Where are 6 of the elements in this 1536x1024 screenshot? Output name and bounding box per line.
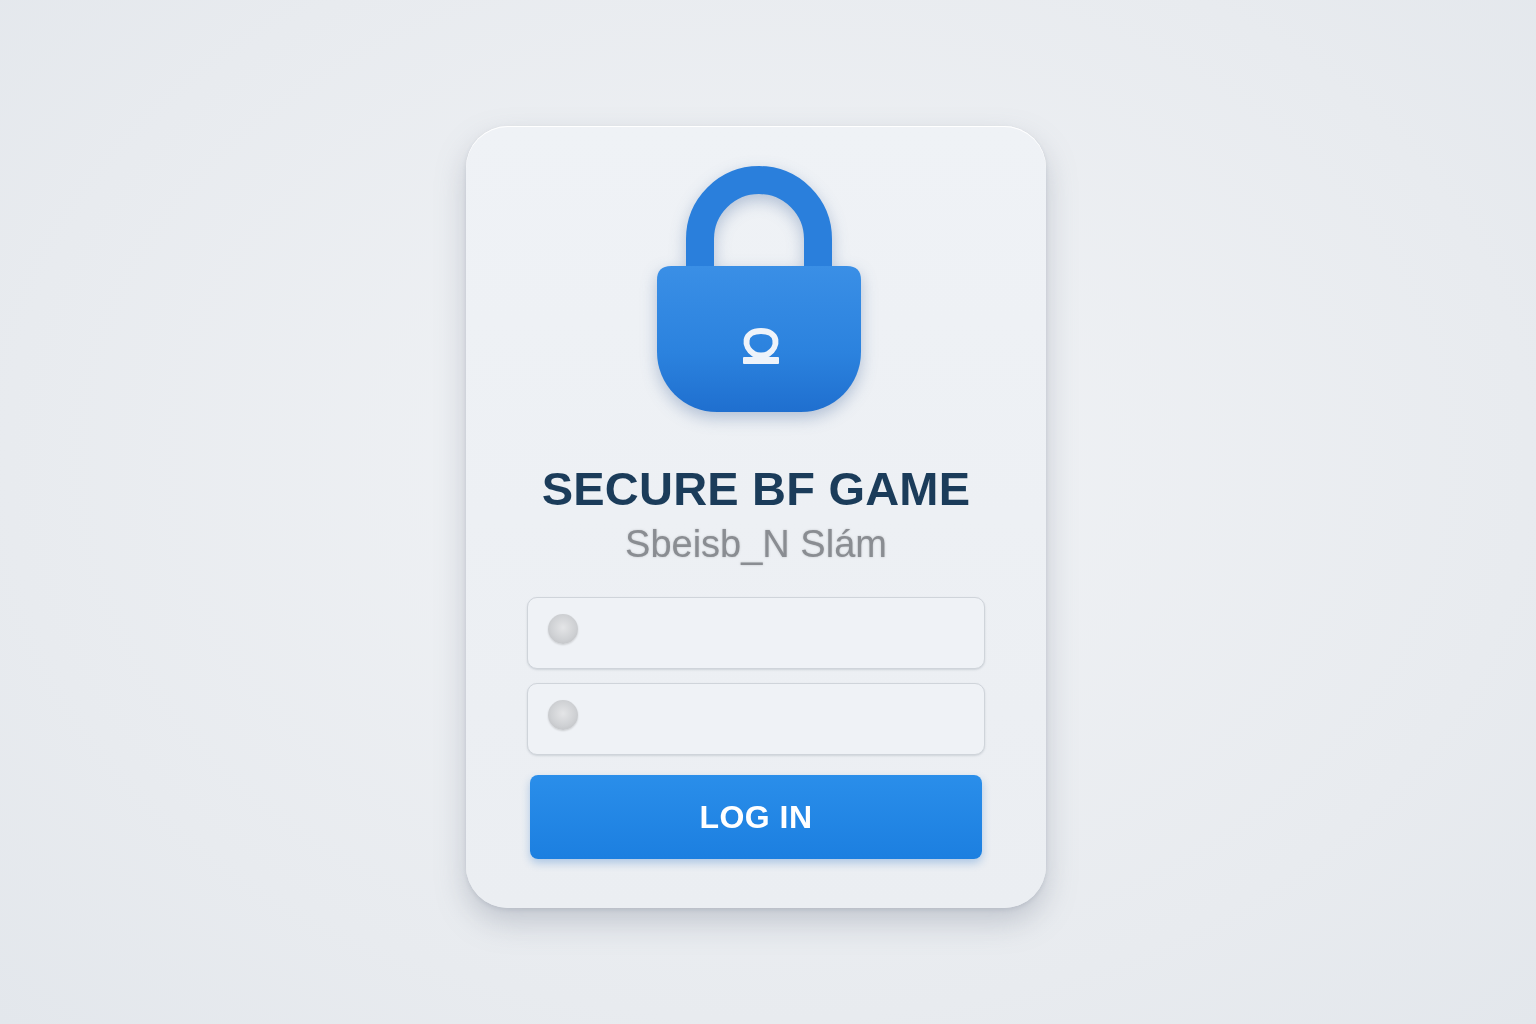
subtitle: Sbeisb_N Slám [625, 522, 887, 567]
input-field[interactable] [527, 683, 985, 755]
login-button[interactable]: LOG IN [530, 775, 982, 859]
input-field[interactable] [527, 597, 985, 669]
padlock-icon [657, 165, 861, 413]
app-title: SECURE BF GAME [541, 463, 971, 515]
